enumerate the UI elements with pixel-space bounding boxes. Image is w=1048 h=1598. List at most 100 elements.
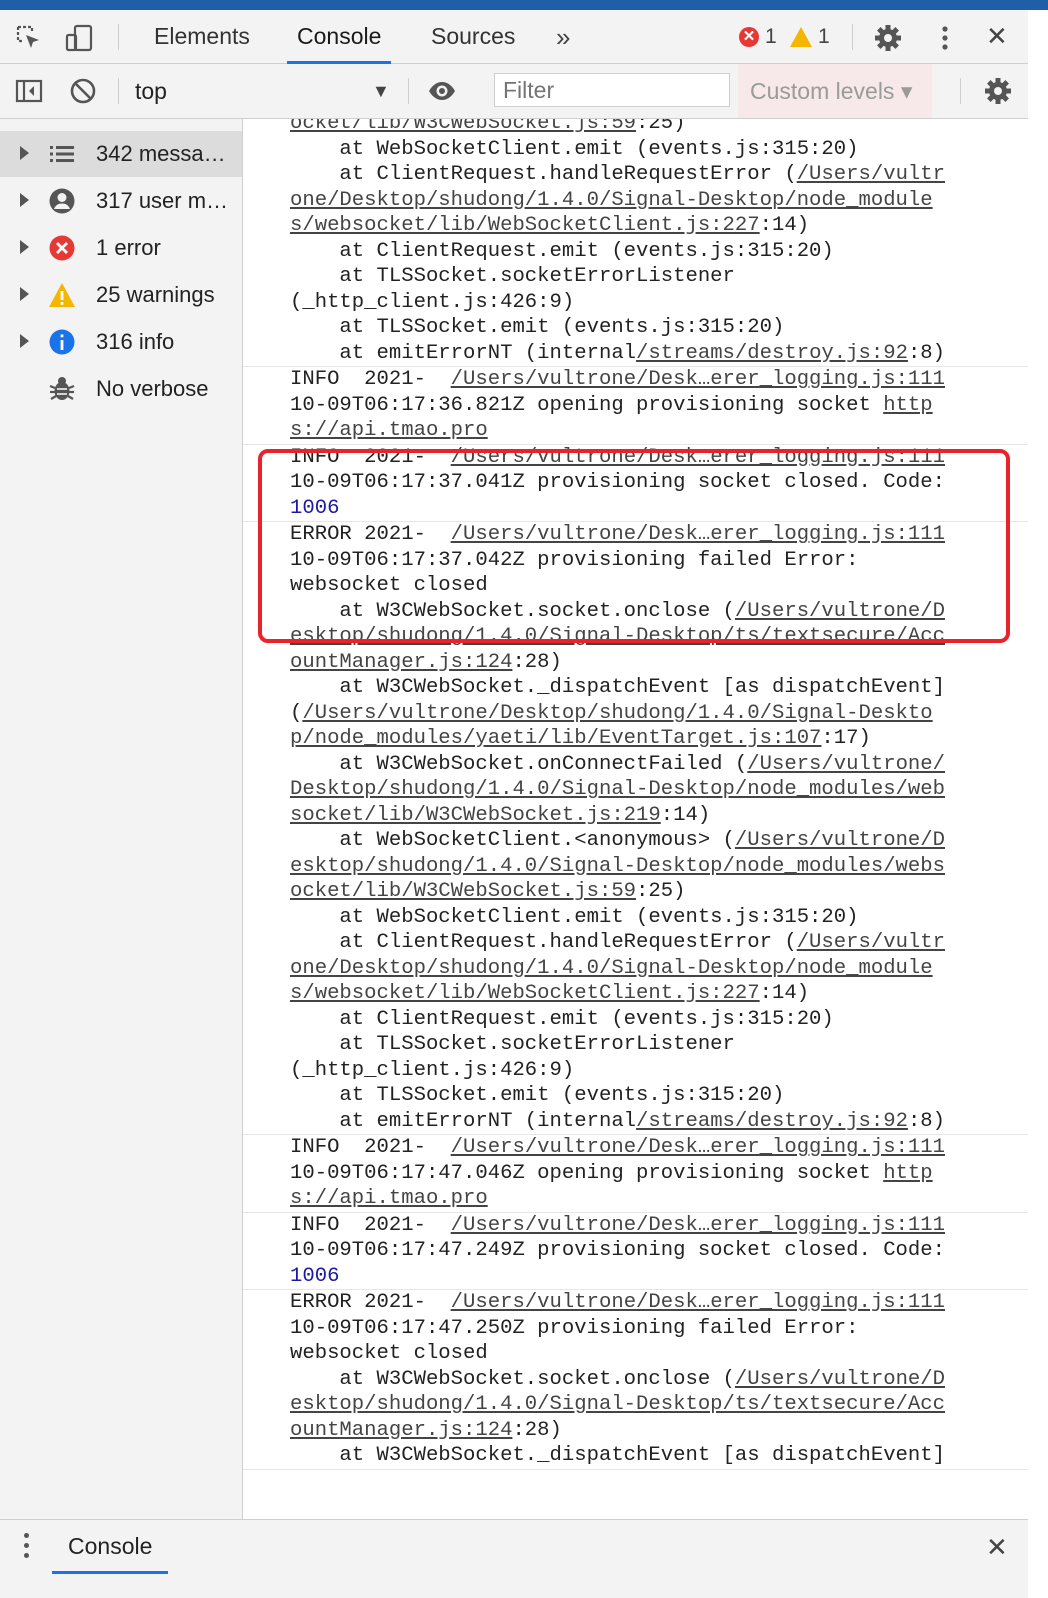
console-line: at W3CWebSocket._dispatchEvent [as dispa… xyxy=(290,1443,1028,1469)
source-link[interactable]: /Users/vultrone/Desk…erer_logging.js:111 xyxy=(451,1214,945,1237)
info-icon xyxy=(49,329,75,355)
console-line: INFO 2021- /Users/vultrone/Desk…erer_log… xyxy=(290,1135,1028,1161)
expand-arrow-icon[interactable] xyxy=(20,287,29,301)
source-link[interactable]: esktop/shudong/1.4.0/Signal-Desktop/ts/t… xyxy=(290,625,945,648)
live-expression-eye-icon[interactable] xyxy=(427,76,457,106)
toolbar-divider xyxy=(408,78,409,104)
source-link[interactable]: ountManager.js:124 xyxy=(290,651,512,674)
source-link[interactable]: s/websocket/lib/WebSocketClient.js:227 xyxy=(290,214,760,237)
source-link[interactable]: p/node_modules/yaeti/lib/EventTarget.js:… xyxy=(290,727,821,750)
warning-count-badge[interactable]: 1 xyxy=(790,24,830,50)
log-text: at W3CWebSocket.socket.onclose ( xyxy=(290,599,735,623)
filter-input[interactable] xyxy=(494,73,730,107)
inspect-element-icon[interactable] xyxy=(14,23,44,53)
clear-console-icon[interactable] xyxy=(68,76,98,106)
source-link[interactable]: /Users/vultrone/ xyxy=(747,753,945,776)
console-message-list: ocket/lib/W3CWebSocket.js:59:25) at WebS… xyxy=(243,119,1028,1470)
source-link[interactable]: /Users/vultr xyxy=(797,163,945,186)
console-line: at emitErrorNT (internal/streams/destroy… xyxy=(290,341,1028,367)
source-link[interactable]: ocket/lib/W3CWebSocket.js:59 xyxy=(290,119,636,135)
source-link[interactable]: s/websocket/lib/WebSocketClient.js:227 xyxy=(290,982,760,1005)
log-text: 10-09T06:17:47.250Z provisioning failed … xyxy=(290,1316,859,1340)
source-link[interactable]: one/Desktop/shudong/1.4.0/Signal-Desktop… xyxy=(290,189,933,212)
console-line: s://api.tmao.pro xyxy=(290,1186,1028,1212)
source-link[interactable]: /Users/vultrone/Desk…erer_logging.js:111 xyxy=(451,446,945,469)
sidebar-item-user-messages[interactable]: 317 user m… xyxy=(0,178,242,224)
source-link[interactable]: /Users/vultrone/Desk…erer_logging.js:111 xyxy=(451,1136,945,1159)
sidebar-item-verbose[interactable]: No verbose xyxy=(0,366,242,412)
log-text: :25) xyxy=(636,119,686,135)
console-line: at WebSocketClient.emit (events.js:315:2… xyxy=(290,137,1028,163)
tab-console[interactable]: Console xyxy=(286,10,392,64)
drawer-menu-icon[interactable] xyxy=(24,1533,32,1561)
expand-arrow-icon[interactable] xyxy=(20,240,29,254)
log-text: at WebSocketClient.emit (events.js:315:2… xyxy=(290,905,859,929)
sidebar-item-messages[interactable]: 342 messa… xyxy=(0,131,242,177)
source-link[interactable]: /Users/vultrone/D xyxy=(735,600,945,623)
console-message: ERROR 2021- /Users/vultrone/Desk…erer_lo… xyxy=(243,522,1028,1135)
more-tabs-icon[interactable]: » xyxy=(556,22,570,53)
tab-elements[interactable]: Elements xyxy=(154,10,250,63)
chevron-down-icon[interactable]: ▼ xyxy=(372,64,390,118)
sidebar-item-errors[interactable]: 1 error xyxy=(0,225,242,271)
expand-arrow-icon[interactable] xyxy=(20,334,29,348)
device-toolbar-icon[interactable] xyxy=(64,23,94,53)
log-text: (_http_client.js:426:9) xyxy=(290,290,575,314)
log-text: :28) xyxy=(512,1418,562,1442)
source-link[interactable]: ountManager.js:124 xyxy=(290,1419,512,1442)
console-line: at ClientRequest.handleRequestError (/Us… xyxy=(290,162,1028,188)
source-link[interactable]: s://api.tmao.pro xyxy=(290,419,488,442)
log-text: INFO 2021- xyxy=(290,445,451,469)
sidebar-item-warnings[interactable]: 25 warnings xyxy=(0,272,242,318)
source-link[interactable]: http xyxy=(883,1162,932,1185)
log-text: :8) xyxy=(907,1109,946,1133)
console-line: at TLSSocket.socketErrorListener xyxy=(290,264,1028,290)
source-link[interactable]: one/Desktop/shudong/1.4.0/Signal-Desktop… xyxy=(290,957,933,980)
close-drawer-icon[interactable]: ✕ xyxy=(986,1532,1008,1563)
console-output[interactable]: ocket/lib/W3CWebSocket.js:59:25) at WebS… xyxy=(243,119,1028,1519)
source-link[interactable]: ocket/lib/W3CWebSocket.js:59 xyxy=(290,880,636,903)
console-line: ocket/lib/W3CWebSocket.js:59:25) xyxy=(290,119,1028,137)
source-link[interactable]: /streams/destroy.js:92 xyxy=(636,342,908,365)
log-text: 10-09T06:17:47.249Z provisioning socket … xyxy=(290,1239,945,1262)
source-link[interactable]: esktop/shudong/1.4.0/Signal-Desktop/ts/t… xyxy=(290,1393,945,1416)
error-count-badge[interactable]: ✕ 1 xyxy=(739,24,777,50)
source-link[interactable]: /Users/vultrone/D xyxy=(735,829,945,852)
close-devtools-icon[interactable]: ✕ xyxy=(986,21,1008,52)
sidebar-item-label: 316 info xyxy=(96,329,175,354)
console-line: INFO 2021- /Users/vultrone/Desk…erer_log… xyxy=(290,445,1028,471)
source-link[interactable]: s://api.tmao.pro xyxy=(290,1187,488,1210)
more-options-icon[interactable] xyxy=(930,23,960,53)
source-link[interactable]: /Users/vultrone/Desktop/shudong/1.4.0/Si… xyxy=(302,702,932,725)
context-selector[interactable]: top xyxy=(135,64,167,118)
console-line: at emitErrorNT (internal/streams/destroy… xyxy=(290,1109,1028,1135)
source-link[interactable]: http xyxy=(883,394,932,417)
console-line: socket/lib/W3CWebSocket.js:219:14) xyxy=(290,803,1028,829)
source-link[interactable]: /streams/destroy.js:92 xyxy=(636,1110,908,1133)
source-link[interactable]: /Users/vultr xyxy=(797,931,945,954)
log-levels-dropdown[interactable]: Custom levels ▾ xyxy=(738,64,932,118)
source-link[interactable]: /Users/vultrone/Desk…erer_logging.js:111 xyxy=(451,523,945,546)
source-link[interactable]: /Users/vultrone/Desk…erer_logging.js:111 xyxy=(451,368,945,391)
source-link[interactable]: Desktop/shudong/1.4.0/Signal-Desktop/nod… xyxy=(290,778,945,801)
source-link[interactable]: /Users/vultrone/Desk…erer_logging.js:111 xyxy=(451,1291,945,1314)
tab-sources[interactable]: Sources xyxy=(431,10,515,63)
console-line: at WebSocketClient.emit (events.js:315:2… xyxy=(290,905,1028,931)
source-link[interactable]: /Users/vultrone/D xyxy=(735,1368,945,1391)
drawer-tab-console[interactable]: Console xyxy=(51,1520,169,1574)
source-link[interactable]: socket/lib/W3CWebSocket.js:219 xyxy=(290,804,661,827)
console-line: 10-09T06:17:36.821Z opening provisioning… xyxy=(290,393,1028,419)
error-icon: ✕ xyxy=(739,27,759,47)
source-link[interactable]: esktop/shudong/1.4.0/Signal-Desktop/node… xyxy=(290,855,945,878)
settings-gear-icon[interactable] xyxy=(873,23,903,53)
console-message: INFO 2021- /Users/vultrone/Desk…erer_log… xyxy=(243,1135,1028,1213)
log-text: 10-09T06:17:37.042Z provisioning failed … xyxy=(290,548,859,572)
console-settings-gear-icon[interactable] xyxy=(983,76,1013,106)
devtools-tabbar: Elements Console Sources » ✕ 1 1 ✕ xyxy=(0,10,1028,64)
console-line: ocket/lib/W3CWebSocket.js:59:25) xyxy=(290,879,1028,905)
console-message: ocket/lib/W3CWebSocket.js:59:25) at WebS… xyxy=(243,119,1028,367)
sidebar-toggle-icon[interactable] xyxy=(14,76,44,106)
sidebar-item-info[interactable]: 316 info xyxy=(0,319,242,365)
expand-arrow-icon[interactable] xyxy=(20,146,29,160)
expand-arrow-icon[interactable] xyxy=(20,193,29,207)
